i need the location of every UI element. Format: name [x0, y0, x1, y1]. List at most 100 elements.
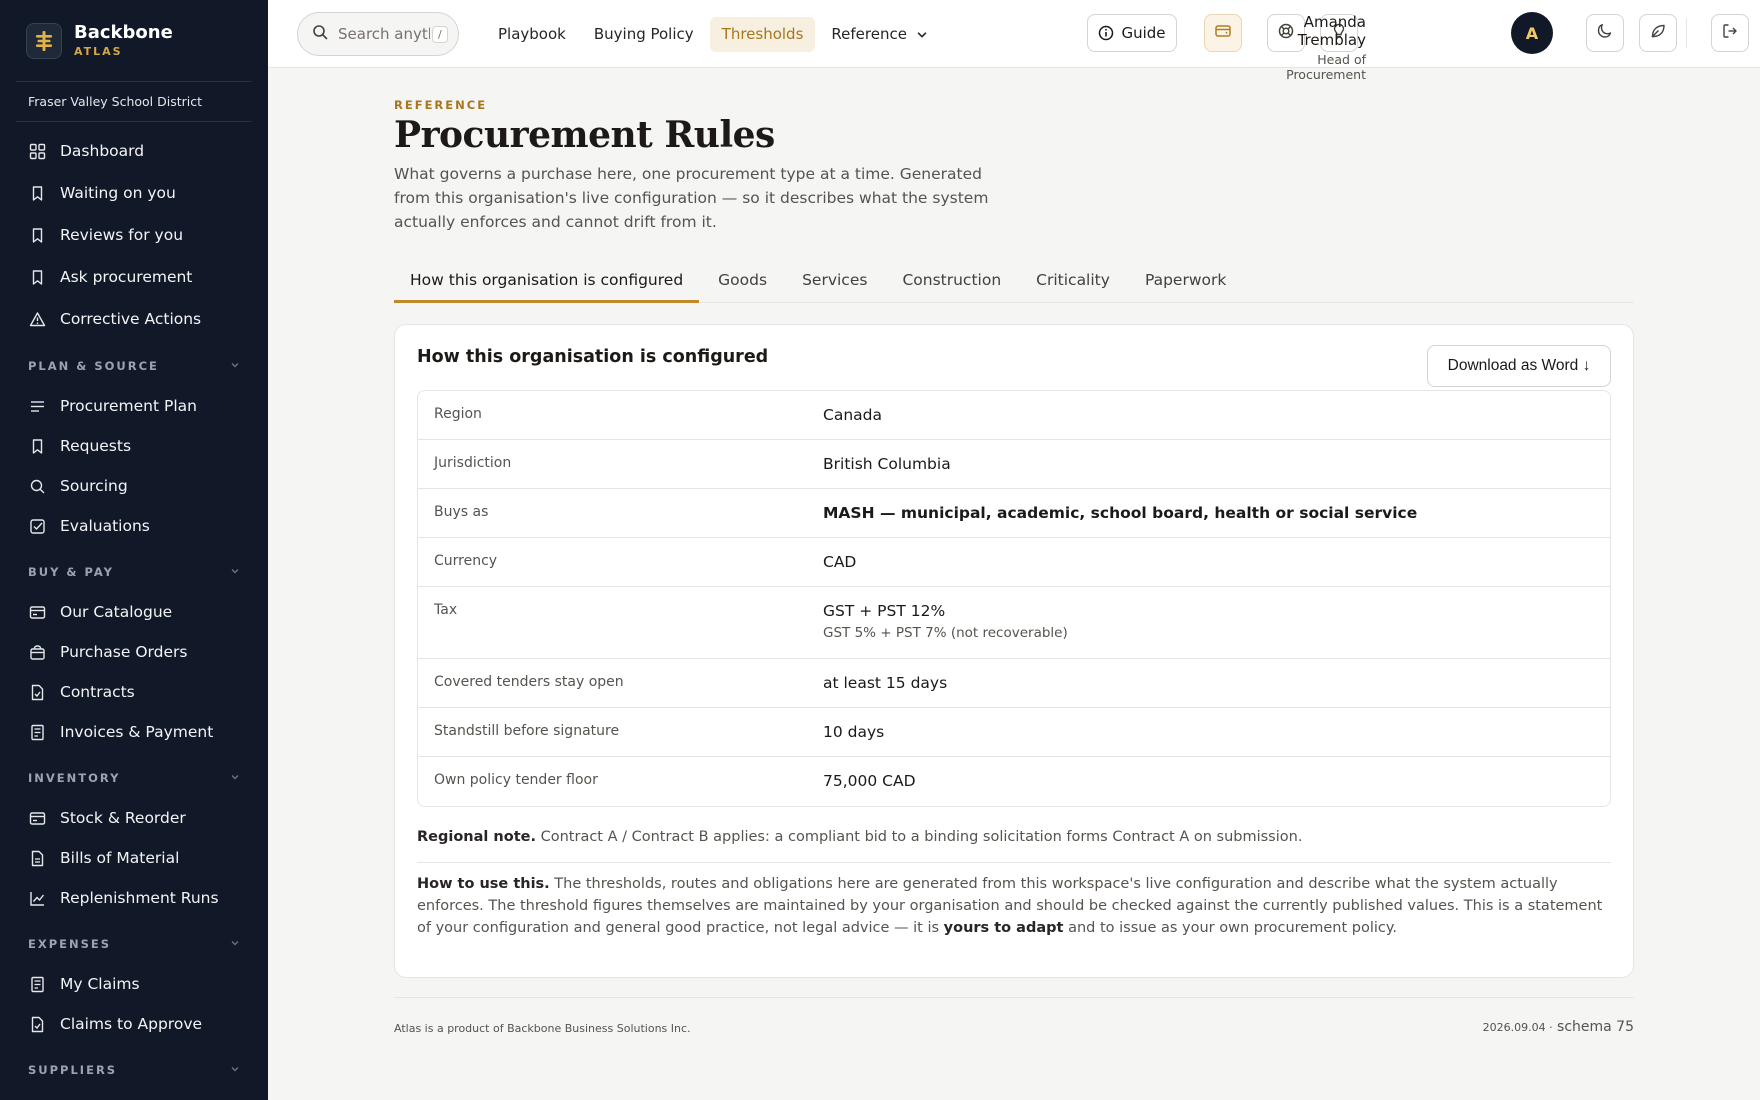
footer-date: 2026.09.04 · — [1482, 1021, 1553, 1034]
brand[interactable]: Backbone ATLAS — [16, 0, 252, 82]
organisation-name[interactable]: Fraser Valley School District — [16, 82, 252, 122]
sidebar-section-plan-and-source[interactable]: PLAN & SOURCE — [16, 346, 252, 386]
warning-icon — [28, 310, 46, 328]
sidebar-item-stock-and-reorder[interactable]: Stock & Reorder — [16, 798, 252, 838]
row-key: Jurisdiction — [434, 455, 512, 471]
row-value: GST + PST 12% — [823, 602, 946, 620]
chart-icon — [28, 889, 46, 907]
topbar: Search anythir / Playbook Buying Policy … — [268, 0, 1760, 82]
sidebar-item-purchase-orders[interactable]: Purchase Orders — [16, 632, 252, 672]
tab-criticality[interactable]: Criticality — [1020, 258, 1126, 303]
sidebar-section-title: INVENTORY — [28, 771, 121, 785]
search-box[interactable]: Search anythir / — [297, 12, 459, 56]
footer-version: 2026.09.04 · schema 75 — [1483, 1019, 1634, 1035]
sidebar-section-inventory[interactable]: INVENTORY — [16, 758, 252, 798]
sidebar-item-label: Corrective Actions — [60, 310, 202, 328]
topnav-buying-policy[interactable]: Buying Policy — [582, 17, 706, 52]
sidebar-item-ask-procurement[interactable]: Ask procurement — [16, 256, 252, 298]
row-key: Own policy tender floor — [434, 772, 598, 788]
bookmark-icon — [28, 437, 46, 455]
row-value-cell: 75,000 CAD — [823, 757, 1610, 806]
sidebar-item-label: Stock & Reorder — [60, 809, 186, 827]
page-intro: What governs a purchase here, one procur… — [394, 165, 989, 231]
sidebar-item-waiting-on-you[interactable]: Waiting on you — [16, 172, 252, 214]
sidebar-item-corrective-actions[interactable]: Corrective Actions — [16, 298, 252, 340]
sidebar-item-evaluations[interactable]: Evaluations — [16, 506, 252, 546]
sidebar-item-reviews-for-you[interactable]: Reviews for you — [16, 214, 252, 256]
search-shortcut-hint: / — [432, 25, 448, 43]
sidebar-item-sourcing[interactable]: Sourcing — [16, 466, 252, 506]
table-row: Currency CAD — [418, 538, 1610, 587]
user-info[interactable]: Amanda Tremblay Head of Procurement — [1234, 13, 1366, 82]
user-role: Head of Procurement — [1286, 52, 1366, 82]
row-key: Standstill before signature — [434, 723, 620, 739]
sidebar-item-label: Purchase Orders — [60, 643, 188, 661]
sidebar-item-invoices-and-payment[interactable]: Invoices & Payment — [16, 712, 252, 752]
sidebar-item-procurement-plan[interactable]: Procurement Plan — [16, 386, 252, 426]
dark-mode-toggle[interactable] — [1586, 14, 1624, 52]
tab-goods[interactable]: Goods — [702, 258, 783, 303]
bag-icon — [28, 643, 46, 661]
sidebar-item-supplier-master[interactable]: Supplier Master — [16, 1090, 252, 1100]
sidebar-item-requests[interactable]: Requests — [16, 426, 252, 466]
topnav-thresholds[interactable]: Thresholds — [709, 17, 816, 52]
topnav-reference[interactable]: Reference — [819, 17, 938, 52]
table-row: Covered tenders stay open at least 15 day… — [418, 659, 1610, 708]
chevron-down-icon — [230, 1064, 240, 1077]
guide-button[interactable]: Guide — [1087, 14, 1177, 52]
sidebar-item-label: Replenishment Runs — [60, 889, 219, 907]
card-icon — [28, 603, 46, 621]
footer-schema: schema 75 — [1557, 1019, 1634, 1035]
topnav-playbook[interactable]: Playbook — [486, 17, 578, 52]
topnav-reference-label: Reference — [831, 25, 907, 43]
divider — [1686, 18, 1687, 48]
sidebar-item-claims-to-approve[interactable]: Claims to Approve — [16, 1004, 252, 1044]
sidebar-item-label: Bills of Material — [60, 849, 180, 867]
how-to-use-note: How to use this. The thresholds, routes … — [417, 873, 1611, 939]
sidebar-item-our-catalogue[interactable]: Our Catalogue — [16, 592, 252, 632]
sidebar-item-label: Ask procurement — [60, 268, 193, 286]
sidebar-item-label: Contracts — [60, 683, 135, 701]
row-value-cell: at least 15 days — [823, 659, 1610, 707]
regional-note-label: Regional note. — [417, 829, 536, 845]
avatar[interactable]: A — [1511, 12, 1553, 54]
sidebar-item-my-claims[interactable]: My Claims — [16, 964, 252, 1004]
search-input[interactable]: Search anythir — [338, 25, 430, 43]
sidebar-item-label: Sourcing — [60, 477, 128, 495]
tab-paperwork[interactable]: Paperwork — [1129, 258, 1242, 303]
sidebar-item-bills-of-material[interactable]: Bills of Material — [16, 838, 252, 878]
page-footer: Atlas is a product of Backbone Business … — [394, 997, 1634, 1047]
tab-services[interactable]: Services — [786, 258, 883, 303]
chevron-down-icon — [230, 938, 240, 951]
leaf-icon — [1649, 22, 1667, 44]
configuration-card: How this organisation is configured Down… — [394, 324, 1634, 978]
checkbox-icon — [28, 517, 46, 535]
guide-label: Guide — [1121, 24, 1166, 42]
sidebar-section-buy-and-pay[interactable]: BUY & PAY — [16, 552, 252, 592]
logout-button[interactable] — [1711, 14, 1749, 52]
row-key: Buys as — [434, 504, 489, 520]
sidebar: Backbone ATLAS Fraser Valley School Dist… — [0, 0, 268, 1100]
sidebar-item-label: Invoices & Payment — [60, 723, 214, 741]
logout-icon — [1721, 22, 1739, 44]
download-word-button[interactable]: Download as Word ↓ — [1427, 345, 1611, 387]
sidebar-item-dashboard[interactable]: Dashboard — [16, 130, 252, 172]
sidebar-item-replenishment-runs[interactable]: Replenishment Runs — [16, 878, 252, 918]
tab-configuration[interactable]: How this organisation is configured — [394, 258, 700, 303]
sidebar-item-contracts[interactable]: Contracts — [16, 672, 252, 712]
footer-credit: Atlas is a product of Backbone Business … — [394, 1022, 691, 1035]
feedback-button[interactable] — [1639, 14, 1677, 52]
tab-construction[interactable]: Construction — [886, 258, 1017, 303]
divider — [417, 862, 1611, 863]
card-icon — [28, 809, 46, 827]
sidebar-section-expenses[interactable]: EXPENSES — [16, 924, 252, 964]
sidebar-section-suppliers[interactable]: SUPPLIERS — [16, 1050, 252, 1090]
row-key: Covered tenders stay open — [434, 674, 624, 690]
chevron-down-icon — [917, 26, 927, 44]
tab-bar: How this organisation is configured Good… — [394, 258, 1634, 303]
row-key: Currency — [434, 553, 498, 569]
chevron-down-icon — [230, 360, 240, 373]
sidebar-nav: Dashboard Waiting on you Reviews for you As… — [0, 122, 268, 1100]
file-check-icon — [28, 683, 46, 701]
chevron-down-icon — [230, 772, 240, 785]
